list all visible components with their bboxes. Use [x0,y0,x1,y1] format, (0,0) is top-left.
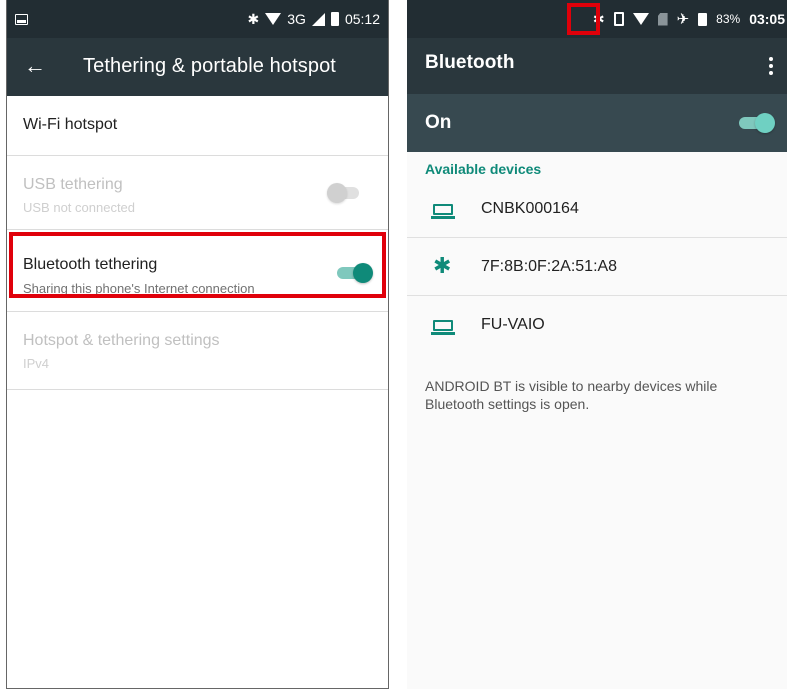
status-icons: ✱ 3G 05:12 [248,0,380,38]
hotspot-settings-item: Hotspot & tethering settings IPv4 [7,312,388,390]
device-name: CNBK000164 [481,200,579,217]
signal-icon [311,12,325,26]
device-item[interactable]: CNBK000164 [407,180,787,238]
wifi-icon [265,13,282,25]
airplane-icon: ✈ [676,11,690,28]
item-title: USB tethering [23,176,123,193]
notification-icon [15,14,28,25]
no-sim-icon [657,12,668,26]
switch-label: On [425,112,452,133]
more-vert-icon[interactable] [765,52,777,80]
app-toolbar: ← Tethering & portable hotspot [7,38,388,96]
item-subtitle: USB not connected [23,200,136,215]
wifi-icon [632,13,649,25]
battery-icon [330,12,339,26]
item-title: Wi-Fi hotspot [23,116,118,133]
item-title: Hotspot & tethering settings [23,332,220,349]
battery-percent: 83% [716,12,741,26]
bluetooth-icon: ✱ [247,11,260,27]
status-icons: ✱ ✈ 83% 03:05 [593,0,785,38]
usb-tethering-switch [327,183,361,203]
vibrate-icon [613,12,624,26]
page-title: Bluetooth [425,52,515,73]
laptop-icon [431,320,455,335]
available-devices-header: Available devices [425,161,542,177]
device-item[interactable]: FU-VAIO [407,296,787,354]
wifi-hotspot-item[interactable]: Wi-Fi hotspot [7,96,388,156]
app-toolbar: Bluetooth [407,38,787,94]
arrow-back-icon[interactable]: ← [21,52,49,80]
bluetooth-highlight-box [567,3,600,35]
battery-icon [698,12,708,26]
device-item[interactable]: ✱ 7F:8B:0F:2A:51:A8 [407,238,787,296]
bluetooth-master-switch[interactable] [739,113,775,133]
status-time: 03:05 [749,11,785,27]
usb-tethering-item: USB tethering USB not connected [7,156,388,230]
bluetooth-icon: ✱ [433,253,452,278]
tethering-screen: ✱ 3G 05:12 ← Tethering & portable hotspo… [6,0,389,689]
status-time: 05:12 [344,11,380,27]
device-name: 7F:8B:0F:2A:51:A8 [481,258,618,275]
laptop-icon [431,204,455,219]
bluetooth-master-switch-bar[interactable]: On [407,94,787,152]
highlight-box [9,232,386,298]
network-type: 3G [287,11,306,27]
bluetooth-screen: ✱ ✈ 83% 03:05 Bluetooth On Available dev… [407,0,787,689]
item-subtitle: IPv4 [23,356,50,371]
status-bar: ✱ 3G 05:12 [7,0,388,38]
visibility-note: ANDROID BT is visible to nearby devices … [425,378,718,412]
page-title: Tethering & portable hotspot [83,55,336,77]
device-name: FU-VAIO [481,316,545,333]
